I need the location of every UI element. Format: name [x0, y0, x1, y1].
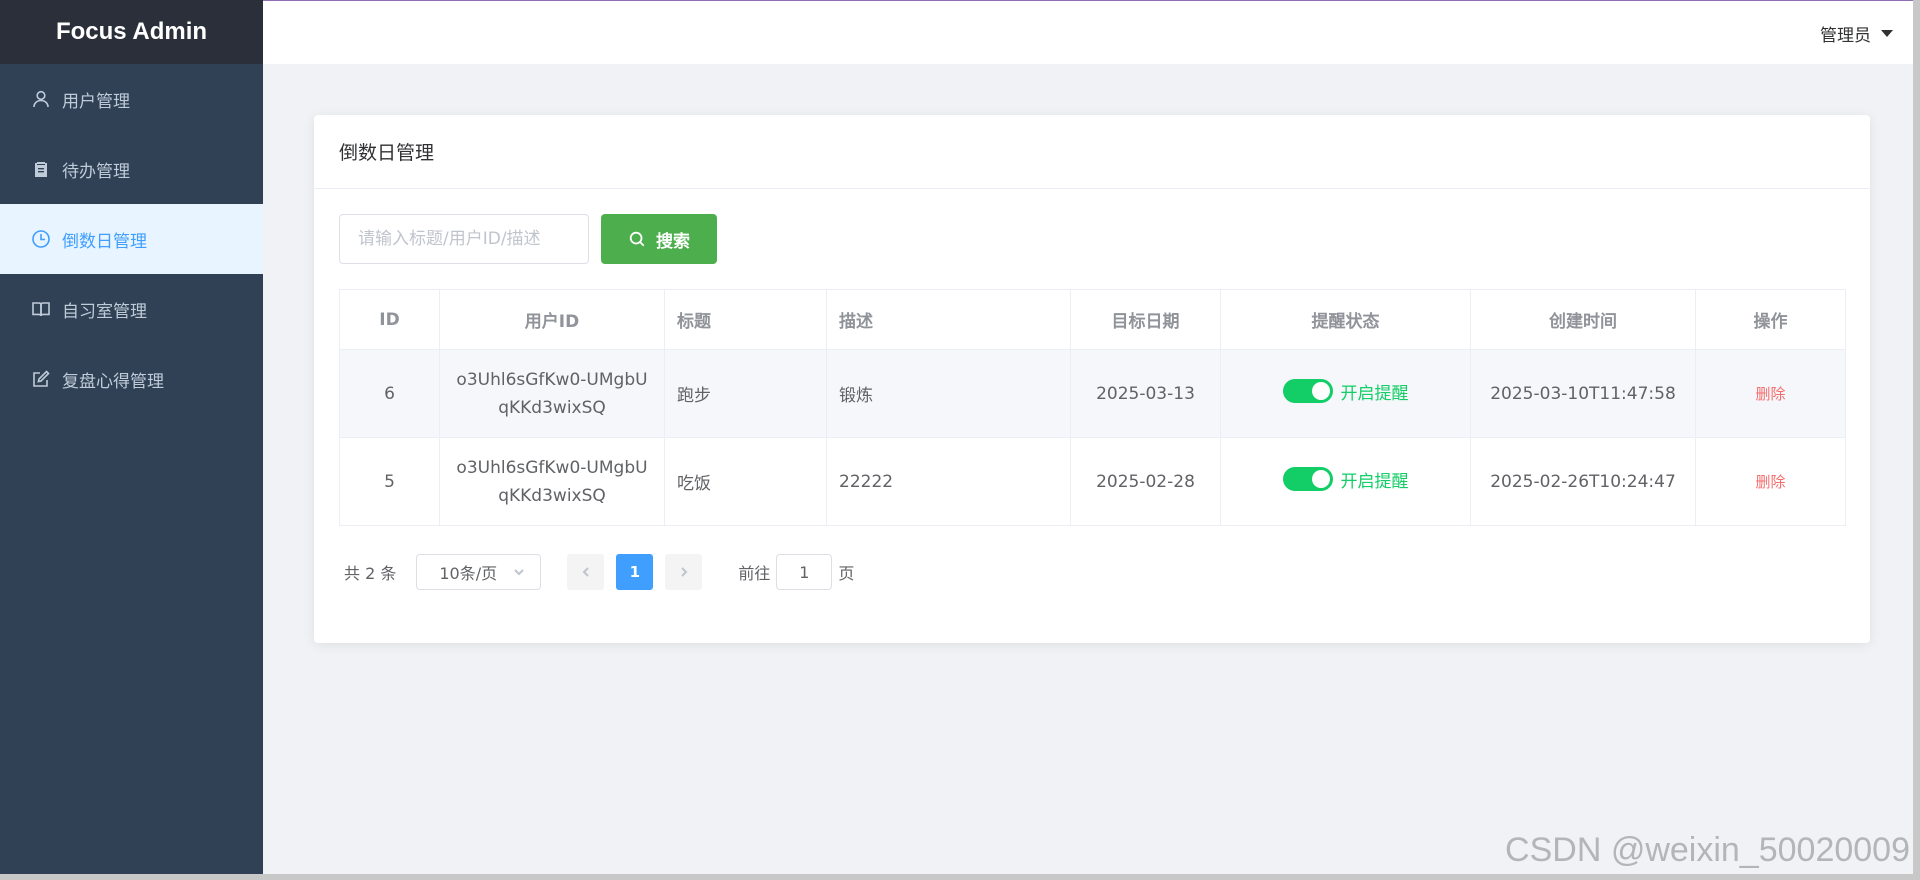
- pagination-total: 共 2 条: [344, 564, 397, 583]
- column-header-created: 创建时间: [1470, 289, 1696, 350]
- cell-target-date: 2025-02-28: [1070, 437, 1221, 526]
- clock-icon: [30, 228, 52, 250]
- cell-title: 跑步: [664, 349, 827, 438]
- cell-action: 删除: [1695, 349, 1846, 438]
- page-size-value: 10条/页: [439, 564, 498, 583]
- page-number-current[interactable]: 1: [616, 554, 654, 590]
- chevron-right-icon: [681, 567, 688, 577]
- chevron-left-icon: [582, 567, 589, 577]
- column-header-desc: 描述: [826, 289, 1071, 350]
- sidebar-item-label: 待办管理: [62, 161, 130, 182]
- sidebar-item-todos[interactable]: 待办管理: [0, 134, 263, 204]
- countdown-card: 倒数日管理 搜索 ID 用户ID 标题 描述 目标日期 提醒状态: [314, 115, 1870, 643]
- search-input[interactable]: [339, 214, 589, 264]
- column-header-action: 操作: [1695, 289, 1846, 350]
- remind-switch[interactable]: 开启提醒: [1282, 379, 1409, 404]
- cell-user-id: o3Uhl6sGfKw0-UMgbUqKKd3wixSQ: [439, 349, 665, 438]
- column-header-title: 标题: [664, 289, 827, 350]
- cell-target-date: 2025-03-13: [1070, 349, 1221, 438]
- sidebar-item-label: 倒数日管理: [62, 231, 147, 252]
- goto-page-input[interactable]: [776, 554, 833, 590]
- search-icon: [629, 231, 645, 247]
- goto-suffix: 页: [838, 564, 855, 583]
- column-header-remind: 提醒状态: [1220, 289, 1471, 350]
- cell-desc: 22222: [826, 437, 1071, 526]
- sidebar-item-label: 自习室管理: [62, 301, 147, 322]
- next-page-button[interactable]: [665, 554, 703, 590]
- cell-id: 6: [339, 349, 440, 438]
- sidebar-item-review[interactable]: 复盘心得管理: [0, 344, 263, 414]
- chevron-down-icon: [514, 569, 525, 576]
- watermark: CSDN @weixin_50020009: [1505, 831, 1910, 869]
- remind-label: 开启提醒: [1340, 383, 1409, 404]
- goto-page: 前往 页: [738, 554, 854, 590]
- countdown-table: ID 用户ID 标题 描述 目标日期 提醒状态 创建时间 操作 6 o3Uhl6…: [339, 289, 1846, 526]
- sidebar: Focus Admin 用户管理 待办管理 倒数日管理 自习室管理 复盘心得管理: [0, 0, 263, 874]
- window-scrollbar[interactable]: [1913, 0, 1920, 880]
- sidebar-item-label: 复盘心得管理: [62, 371, 164, 392]
- book-icon: [30, 298, 52, 320]
- cell-remind: 开启提醒: [1220, 437, 1471, 526]
- goto-prefix: 前往: [738, 564, 771, 583]
- window-bottom-edge: [0, 874, 1920, 880]
- delete-button[interactable]: 删除: [1755, 473, 1785, 491]
- user-name: 管理员: [1820, 25, 1871, 46]
- column-header-id: ID: [339, 289, 440, 350]
- table-row: 5 o3Uhl6sGfKw0-UMgbUqKKd3wixSQ 吃饭 22222 …: [339, 437, 1846, 526]
- column-header-user-id: 用户ID: [439, 289, 665, 350]
- edit-icon: [30, 368, 52, 390]
- remind-switch[interactable]: 开启提醒: [1282, 467, 1409, 492]
- search-button-label: 搜索: [656, 231, 690, 252]
- search-button[interactable]: 搜索: [601, 214, 717, 264]
- user-icon: [30, 88, 52, 110]
- delete-button[interactable]: 删除: [1755, 385, 1785, 403]
- column-header-target-date: 目标日期: [1070, 289, 1221, 350]
- clipboard-icon: [30, 158, 52, 180]
- cell-id: 5: [339, 437, 440, 526]
- brand-logo: Focus Admin: [0, 0, 263, 64]
- sidebar-item-users[interactable]: 用户管理: [0, 64, 263, 134]
- top-header: 管理员: [263, 0, 1913, 64]
- sidebar-item-label: 用户管理: [62, 91, 130, 112]
- prev-page-button[interactable]: [567, 554, 605, 590]
- toggle-switch-icon: [1282, 379, 1333, 404]
- cell-created: 2025-03-10T11:47:58: [1470, 349, 1696, 438]
- remind-label: 开启提醒: [1340, 471, 1409, 492]
- table-header-row: ID 用户ID 标题 描述 目标日期 提醒状态 创建时间 操作: [339, 289, 1846, 350]
- search-toolbar: 搜索: [339, 214, 1845, 264]
- toggle-switch-icon: [1282, 467, 1333, 492]
- cell-remind: 开启提醒: [1220, 349, 1471, 438]
- pagination: 共 2 条 10条/页 1 前往 页: [339, 554, 1845, 590]
- cell-title: 吃饭: [664, 437, 827, 526]
- sidebar-item-study-room[interactable]: 自习室管理: [0, 274, 263, 344]
- caret-down-icon: [1881, 29, 1893, 37]
- cell-desc: 锻炼: [826, 349, 1071, 438]
- sidebar-item-countdown[interactable]: 倒数日管理: [0, 204, 263, 274]
- cell-action: 删除: [1695, 437, 1846, 526]
- cell-user-id: o3Uhl6sGfKw0-UMgbUqKKd3wixSQ: [439, 437, 665, 526]
- cell-created: 2025-02-26T10:24:47: [1470, 437, 1696, 526]
- card-title: 倒数日管理: [314, 115, 1870, 189]
- user-dropdown[interactable]: 管理员: [1820, 1, 1893, 65]
- page-size-select[interactable]: 10条/页: [416, 554, 542, 590]
- table-row: 6 o3Uhl6sGfKw0-UMgbUqKKd3wixSQ 跑步 锻炼 202…: [339, 349, 1846, 438]
